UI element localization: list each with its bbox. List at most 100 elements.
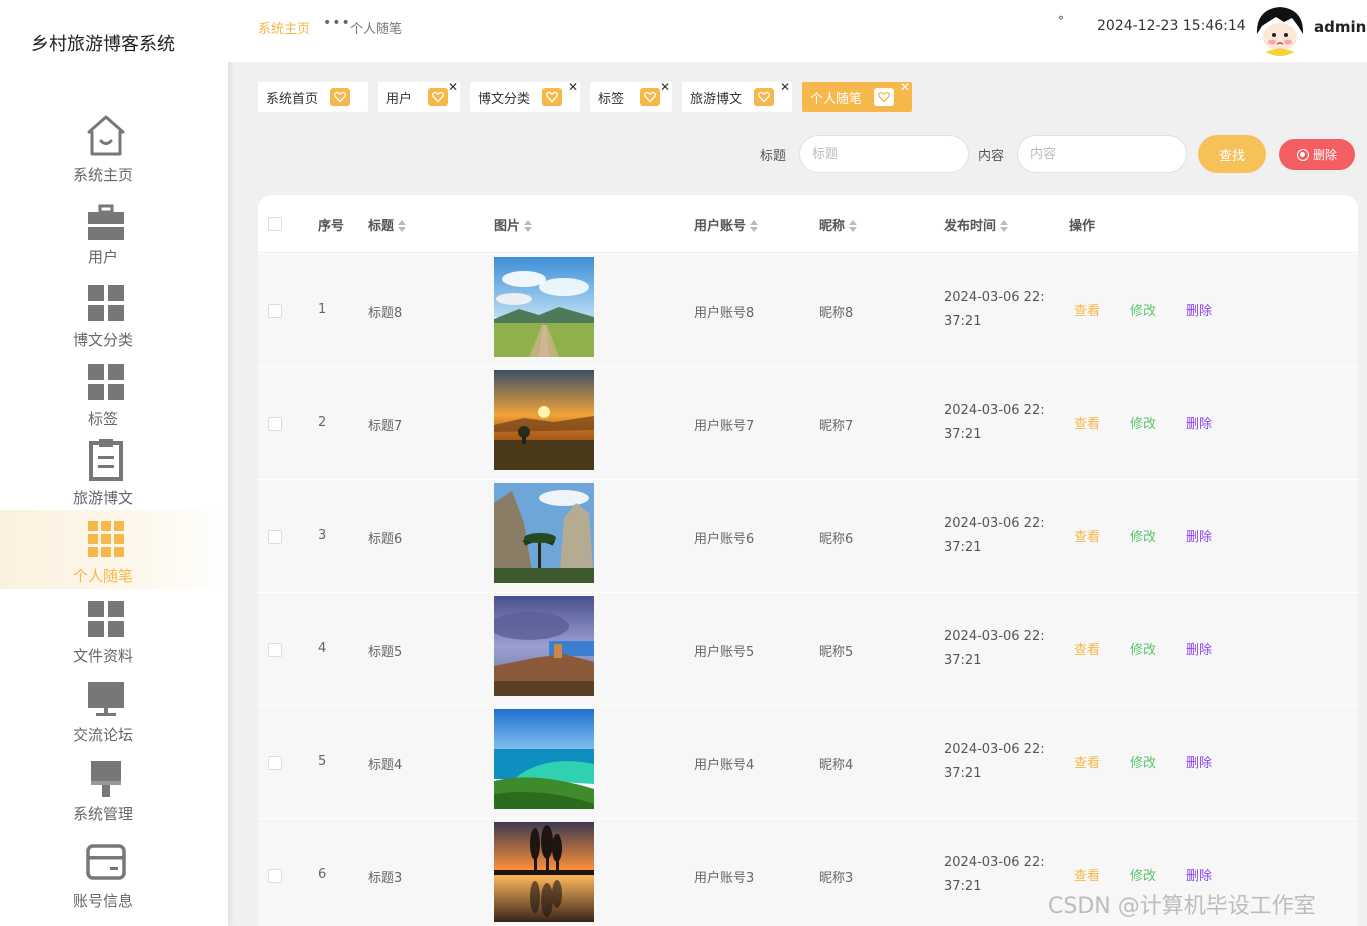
row-account: 用户账号4: [694, 758, 755, 773]
sort-icon[interactable]: [1000, 220, 1009, 232]
sidebar-item-travel-blog[interactable]: 旅游博文: [0, 433, 228, 512]
sort-icon[interactable]: [524, 220, 533, 232]
apps-icon: [88, 521, 124, 557]
row-checkbox[interactable]: [268, 417, 282, 431]
edit-button[interactable]: 修改: [1130, 526, 1156, 545]
select-all-checkbox[interactable]: [268, 217, 282, 231]
row-checkbox[interactable]: [268, 643, 282, 657]
column-publish-time[interactable]: 发布时间: [944, 215, 1009, 234]
row-publish-time: 2024-03-06 22: 37:21: [944, 290, 1045, 329]
sidebar-item-label: 交流论坛: [72, 726, 133, 744]
heart-icon: [874, 88, 894, 106]
grid-icon: [88, 601, 124, 637]
heart-icon: [640, 88, 660, 106]
heart-icon: [542, 88, 562, 106]
sidebar-item-label: 系统主页: [72, 166, 133, 184]
heart-icon: [754, 88, 774, 106]
sidebar-item-label: 标签: [87, 410, 118, 428]
sidebar-item-user[interactable]: 用户: [0, 196, 228, 275]
row-account: 用户账号8: [694, 306, 755, 321]
title-search-input[interactable]: [799, 135, 969, 173]
column-image[interactable]: 图片: [494, 215, 533, 234]
table-row: 4 标题5 用户账号5 昵称5 2024-03-06 22: 37:21 查看 修…: [258, 593, 1358, 706]
sidebar-item-essays[interactable]: 个人随笔: [0, 510, 228, 589]
row-account: 用户账号6: [694, 532, 755, 547]
row-nickname: 昵称4: [819, 758, 854, 773]
sidebar-item-system[interactable]: 系统管理: [0, 749, 228, 828]
search-button[interactable]: 查找: [1198, 135, 1266, 173]
breadcrumb-home[interactable]: 系统主页: [258, 18, 310, 37]
row-index: 2: [318, 415, 327, 430]
content-search-input[interactable]: [1017, 135, 1187, 173]
sort-icon[interactable]: [750, 220, 759, 232]
batch-delete-button[interactable]: 删除: [1279, 139, 1355, 170]
row-checkbox[interactable]: [268, 304, 282, 318]
delete-button[interactable]: 删除: [1186, 413, 1212, 432]
sidebar-item-category[interactable]: 博文分类: [0, 275, 228, 354]
row-title: 标题3: [368, 871, 403, 886]
row-checkbox[interactable]: [268, 530, 282, 544]
edit-button[interactable]: 修改: [1130, 865, 1156, 884]
sidebar-item-label: 旅游博文: [72, 489, 133, 507]
close-icon[interactable]: ✕: [900, 80, 910, 94]
tab-tags[interactable]: 标签 ✕: [590, 80, 672, 112]
delete-button[interactable]: 删除: [1186, 300, 1212, 319]
table-row: 2 标题7 用户账号7 昵称7 2024-03-06 22: 37:21 查看 修…: [258, 367, 1358, 480]
sidebar-item-label: 文件资料: [72, 647, 133, 665]
essay-table: 序号 标题 图片 用户账号 昵称 发布时间 操作 1 标题8 用户账号8 昵称8…: [258, 195, 1358, 926]
clipboard-icon: [89, 439, 123, 481]
column-nickname[interactable]: 昵称: [819, 215, 858, 234]
username[interactable]: admin: [1314, 18, 1366, 36]
close-icon[interactable]: ✕: [780, 80, 790, 94]
view-button[interactable]: 查看: [1074, 300, 1100, 319]
grid-icon: [88, 364, 124, 400]
sidebar-item-account[interactable]: 账号信息: [0, 836, 228, 915]
row-checkbox[interactable]: [268, 756, 282, 770]
tab-label: 系统首页: [266, 92, 319, 107]
sidebar-item-forum[interactable]: 交流论坛: [0, 670, 228, 749]
tab-label: 旅游博文: [690, 92, 743, 107]
view-button[interactable]: 查看: [1074, 526, 1100, 545]
column-title[interactable]: 标题: [368, 215, 407, 234]
view-button[interactable]: 查看: [1074, 639, 1100, 658]
row-account: 用户账号5: [694, 645, 755, 660]
row-index: 6: [318, 867, 327, 882]
close-icon[interactable]: ✕: [568, 80, 578, 94]
tab-travel-blog[interactable]: 旅游博文 ✕: [682, 80, 792, 112]
sidebar-item-home[interactable]: 系统主页: [0, 110, 228, 189]
row-image: [494, 483, 594, 583]
delete-button[interactable]: 删除: [1186, 526, 1212, 545]
sort-icon[interactable]: [398, 220, 407, 232]
avatar[interactable]: [1254, 4, 1306, 56]
row-nickname: 昵称8: [819, 306, 854, 321]
tab-home[interactable]: 系统首页: [258, 82, 368, 112]
delete-button[interactable]: 删除: [1186, 865, 1212, 884]
tab-essays[interactable]: 个人随笔 ✕: [802, 80, 912, 112]
column-account[interactable]: 用户账号: [694, 215, 759, 234]
row-checkbox[interactable]: [268, 869, 282, 883]
view-button[interactable]: 查看: [1074, 865, 1100, 884]
edit-button[interactable]: 修改: [1130, 639, 1156, 658]
edit-button[interactable]: 修改: [1130, 752, 1156, 771]
content-filter-label: 内容: [978, 149, 1005, 164]
row-publish-time: 2024-03-06 22: 37:21: [944, 516, 1045, 555]
sidebar-item-tags[interactable]: 标签: [0, 354, 228, 433]
tab-user[interactable]: 用户 ✕: [378, 80, 460, 112]
row-account: 用户账号7: [694, 419, 755, 434]
sidebar-item-label: 系统管理: [72, 805, 133, 823]
edit-button[interactable]: 修改: [1130, 300, 1156, 319]
tab-category[interactable]: 博文分类 ✕: [470, 80, 580, 112]
edit-button[interactable]: 修改: [1130, 413, 1156, 432]
delete-button[interactable]: 删除: [1186, 639, 1212, 658]
sidebar-item-label: 个人随笔: [72, 567, 133, 585]
current-datetime: 2024-12-23 15:46:14: [1097, 18, 1246, 34]
view-button[interactable]: 查看: [1074, 413, 1100, 432]
view-button[interactable]: 查看: [1074, 752, 1100, 771]
close-icon[interactable]: ✕: [660, 80, 670, 94]
close-icon[interactable]: ✕: [448, 80, 458, 94]
column-actions: 操作: [1069, 219, 1096, 234]
sidebar-item-files[interactable]: 文件资料: [0, 591, 228, 670]
sort-icon[interactable]: [849, 220, 858, 232]
delete-button[interactable]: 删除: [1186, 752, 1212, 771]
row-image: [494, 257, 594, 357]
